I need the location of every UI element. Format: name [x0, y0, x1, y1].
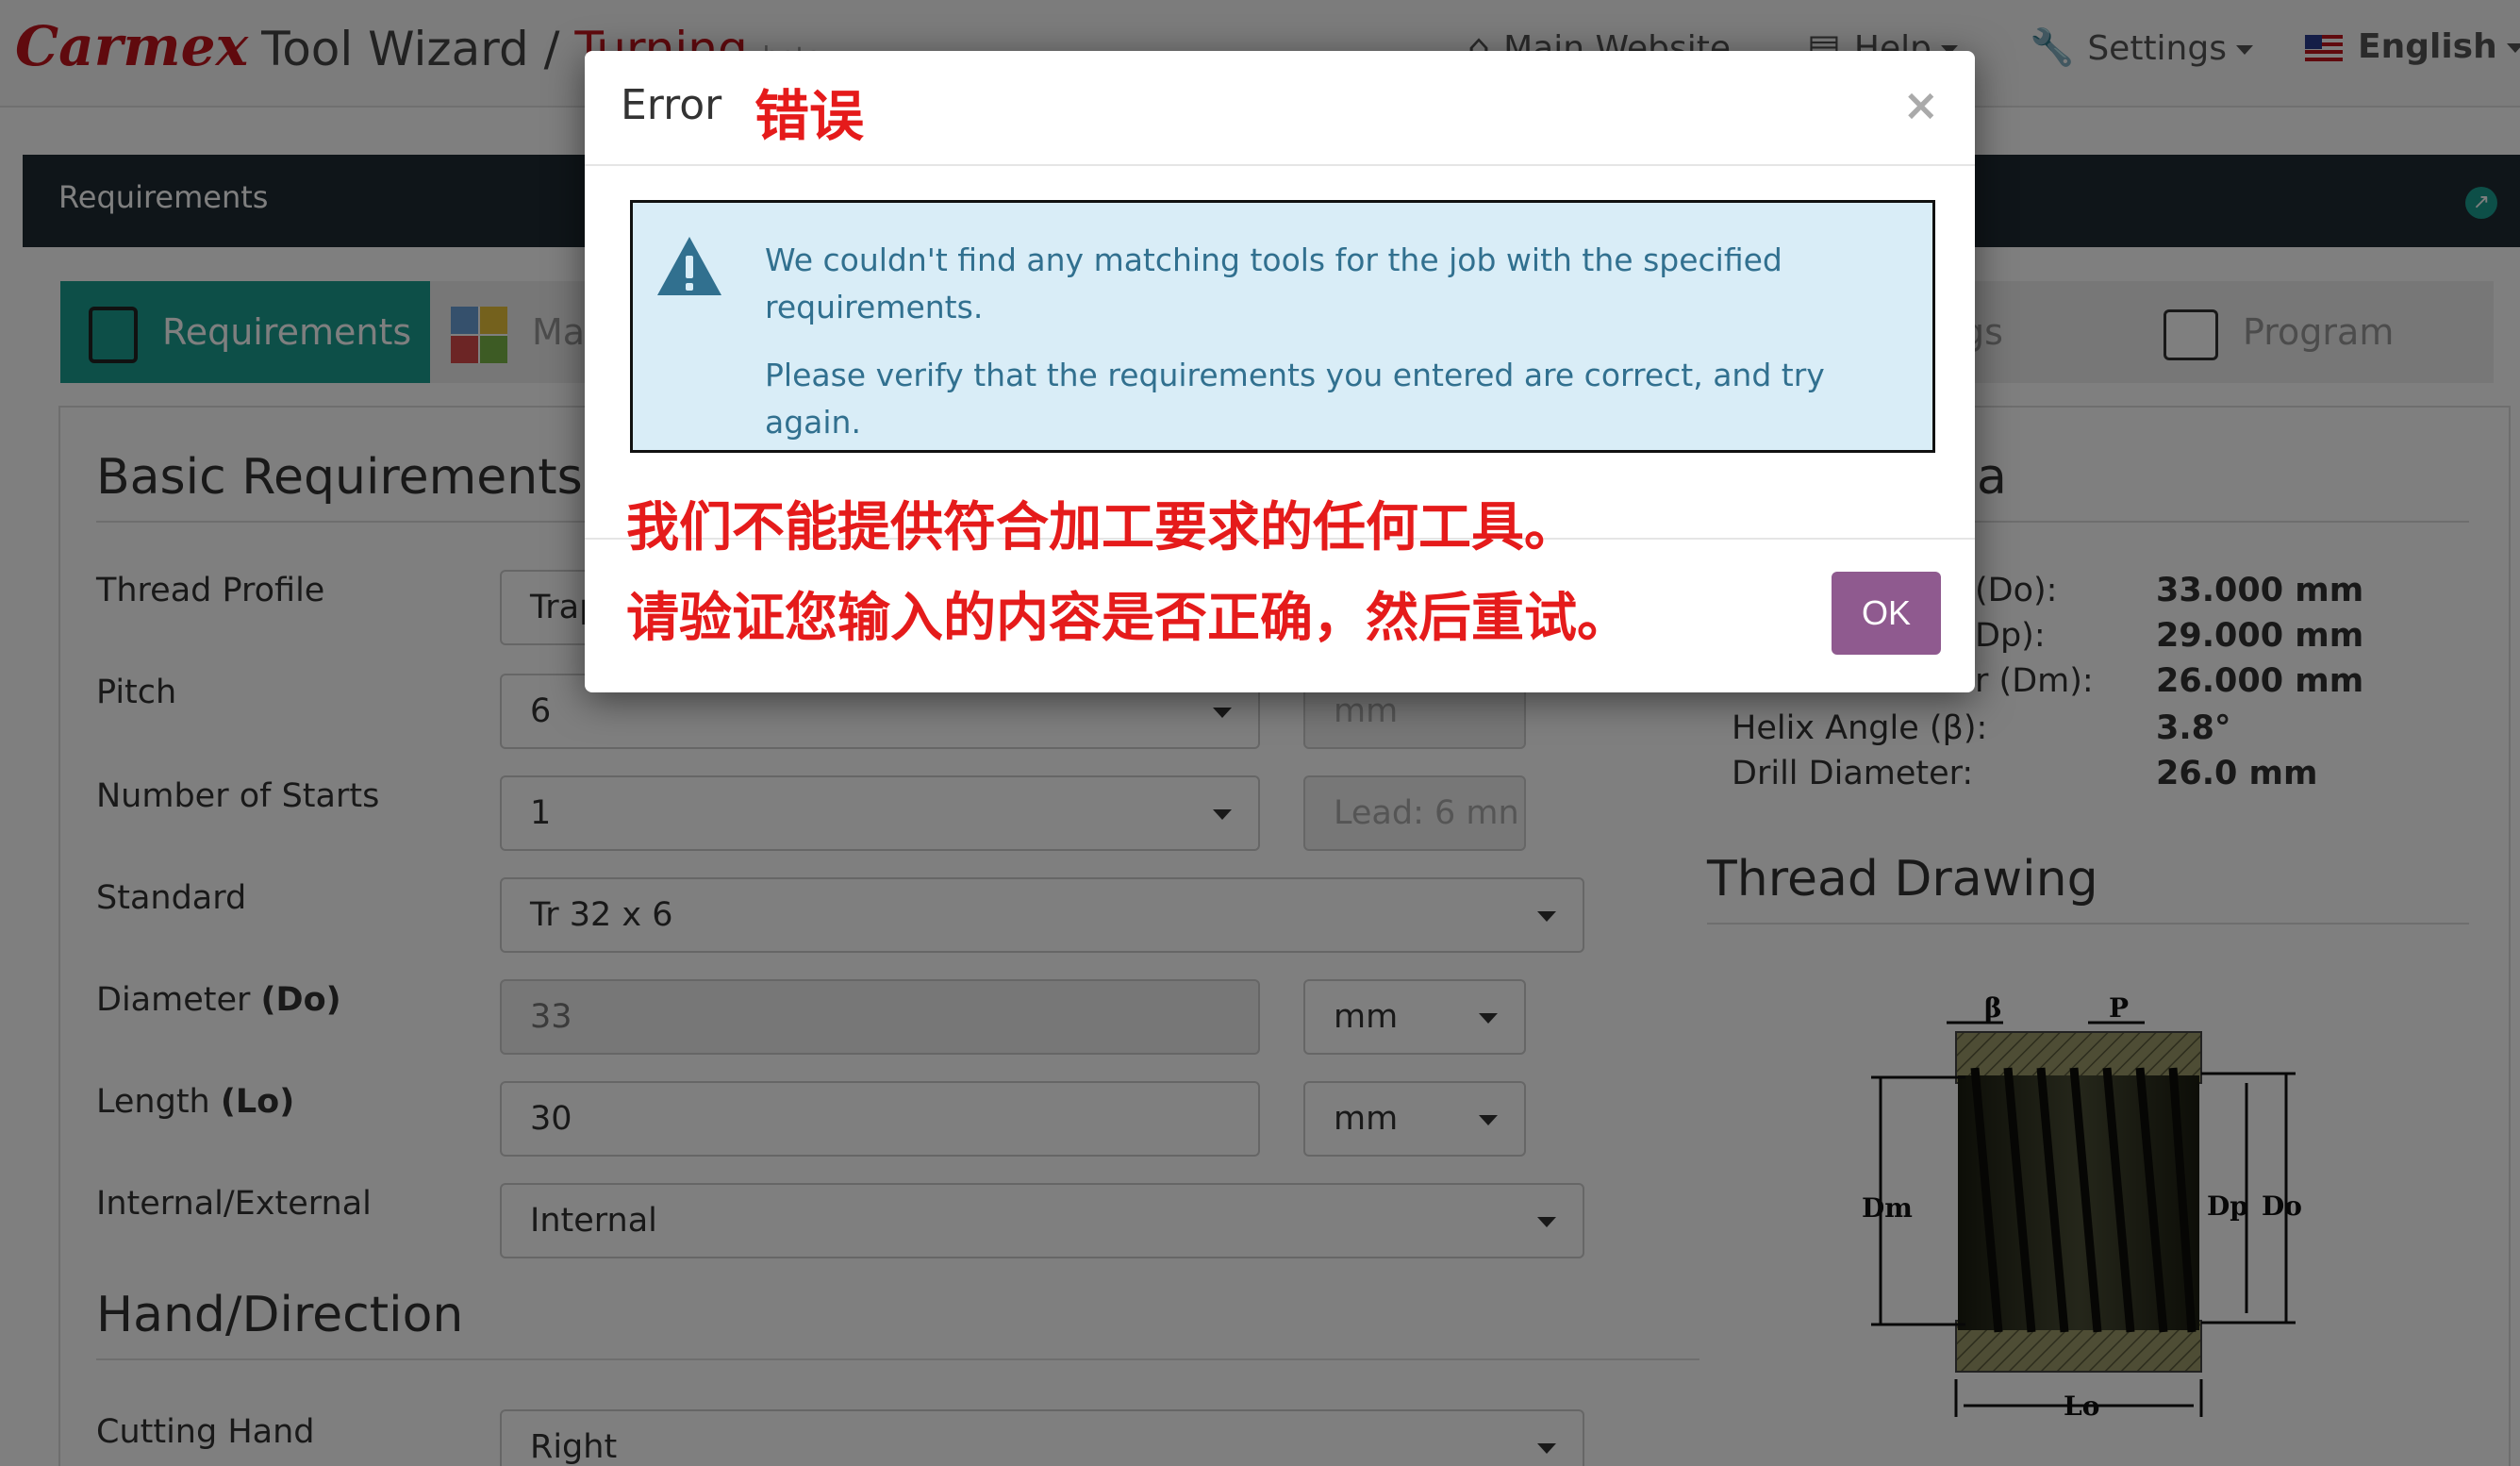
modal-title: Error: [621, 81, 722, 129]
warning-icon: [657, 237, 721, 295]
alert-line-2: Please verify that the requirements you …: [765, 357, 1825, 441]
alert-message: We couldn't find any matching tools for …: [765, 237, 1897, 446]
modal-title-chinese: 错误: [754, 84, 865, 148]
close-icon[interactable]: ×: [1902, 79, 1939, 130]
chinese-message: 我们不能提供符合加工要求的任何工具。 请验证您输入的内容是否正确，然后重试。: [626, 483, 1630, 664]
chinese-line-1: 我们不能提供符合加工要求的任何工具。: [626, 497, 1577, 558]
chinese-line-2: 请验证您输入的内容是否正确，然后重试。: [626, 588, 1630, 649]
divider: [585, 164, 1975, 166]
error-alert: We couldn't find any matching tools for …: [630, 200, 1935, 453]
alert-line-1: We couldn't find any matching tools for …: [765, 242, 1782, 325]
error-modal: Error 错误 × We couldn't find any matching…: [585, 51, 1975, 692]
ok-button[interactable]: OK: [1832, 572, 1941, 655]
